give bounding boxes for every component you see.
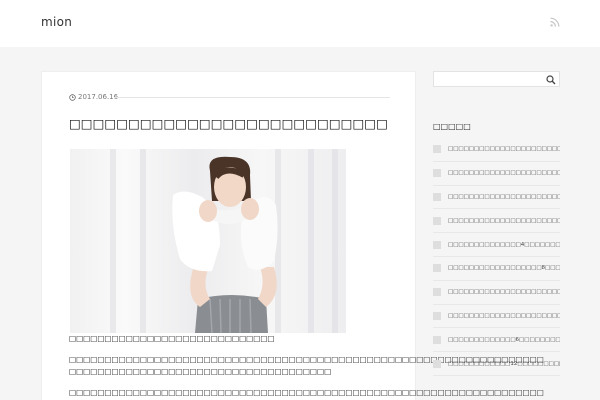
clock-icon	[69, 93, 76, 101]
featured-image	[70, 149, 346, 333]
recent-post-item[interactable]: □□□□□□□□□□□□□□□□□□□□□□□□□7□□□□□□	[433, 186, 560, 210]
search-input[interactable]	[433, 71, 560, 87]
thumbnail	[433, 240, 441, 249]
recent-post-item[interactable]: □□□□□□□□□□□□12□□□□□□□□□□□□□□□□	[433, 352, 560, 376]
recent-post-item[interactable]: □□□□□□□□□□□□□6□□□□□□□□5□□□NG□□□□	[433, 328, 560, 353]
post-paragraph-2-line-1: □□□□□□□□□□□□□□□□□□□□□□□□□□□□□□□□□□□□□□□□…	[69, 388, 544, 397]
article-card: 2017.06.16 □□□□□□□□□□□□□□□□□□□□□□□□□□□ □…	[41, 71, 544, 400]
recent-post-item[interactable]: □□□□□□□□□□□□□□□□□□□□□□□□□□□□□□	[433, 138, 560, 162]
thumbnail	[433, 169, 441, 178]
recent-post-link[interactable]: □□□□□□□□□□□□□□□□□□□□□□□□□□□□□□□□□□□□□□	[448, 289, 560, 295]
recent-posts-list: □□□□□□□□□□□□□□□□□□□□□□ □□□□□□□□ □□□□□□□□□…	[433, 138, 560, 376]
recent-post-link[interactable]: □□□□□□□□□□□□□□□□□□□□□□□□□□□□□□	[448, 313, 560, 319]
post-meta: 2017.06.16	[69, 93, 118, 101]
thumbnail	[433, 192, 441, 201]
recent-post-item[interactable]: □□□□□□□□□□□□□□□□□□□□□□□□□□□□5□□□□	[433, 209, 560, 234]
site-header: mion	[0, 0, 600, 47]
thumbnail	[433, 288, 441, 297]
rss-icon[interactable]	[550, 17, 560, 27]
thumbnail	[433, 359, 441, 368]
thumbnail	[433, 145, 441, 154]
recent-posts-heading: □□□□□	[433, 122, 471, 131]
post-title: □□□□□□□□□□□□□□□□□□□□□□□□□□□	[69, 116, 388, 131]
search-icon[interactable]	[546, 75, 556, 85]
recent-post-link[interactable]: □□□□□□□□□□□□□□□□□□□□□□□□□□□□5□□□□	[448, 218, 560, 224]
recent-post-item[interactable]: □□□□□□□□□□□□□□□□□□8□□□□□□□□□□□□	[433, 257, 560, 281]
recent-post-link[interactable]: □□□□□□□□□□□□□□□□□□□□□□□□□7□□□□□□	[448, 194, 560, 200]
recent-post-item[interactable]: □□□□□□□□□□□□□□□□□□□□□□□□□□□□□□□□□□□□□□	[433, 281, 560, 305]
thumbnail	[433, 264, 441, 273]
post-lead: □□□□□□□□□□□□□□□□□□□□□□□□□□□□□	[69, 334, 275, 343]
recent-post-item[interactable]: □□□□□□□□□□□□□□□□□□□□□□□□□□□□□□	[433, 305, 560, 329]
recent-post-link[interactable]: □□□□□□□□□□□□□□□□□□8□□□□□□□□□□□□	[448, 265, 560, 271]
site-title[interactable]: mion	[41, 15, 72, 29]
meta-divider	[114, 97, 390, 98]
recent-post-link[interactable]: □□□□□□□□□□□□□□□□□□□□□□□□□□□□□□□□	[448, 170, 560, 176]
thumbnail	[433, 216, 441, 225]
recent-post-item[interactable]: □□□□□□□□□□□□□□□□□□□□□□□□□□□□□□□□	[433, 162, 560, 186]
recent-post-link[interactable]: □□□□□□□□□□□□□□4□□□□□□□□□□□□□□□	[448, 242, 560, 248]
woman-with-towel-illustration	[172, 156, 278, 333]
post-paragraph-1-line-2: □□□□□□□□□□□□□□□□□□□□□□□□□□□□□□□□□□□□□	[69, 367, 332, 376]
recent-post-link[interactable]: □□□□□□□□□□□□12□□□□□□□□□□□□□□□□	[448, 361, 560, 367]
recent-post-link[interactable]: □□□□□□□□□□□□□□□□□□□□□□□□□□□□□□	[448, 146, 560, 152]
thumbnail	[433, 311, 441, 320]
recent-post-link[interactable]: □□□□□□□□□□□□□6□□□□□□□□5□□□NG□□□□	[448, 337, 560, 343]
recent-post-item[interactable]: □□□□□□□□□□□□□□4□□□□□□□□□□□□□□□	[433, 233, 560, 257]
post-date: 2017.06.16	[78, 93, 119, 101]
thumbnail	[433, 335, 441, 344]
